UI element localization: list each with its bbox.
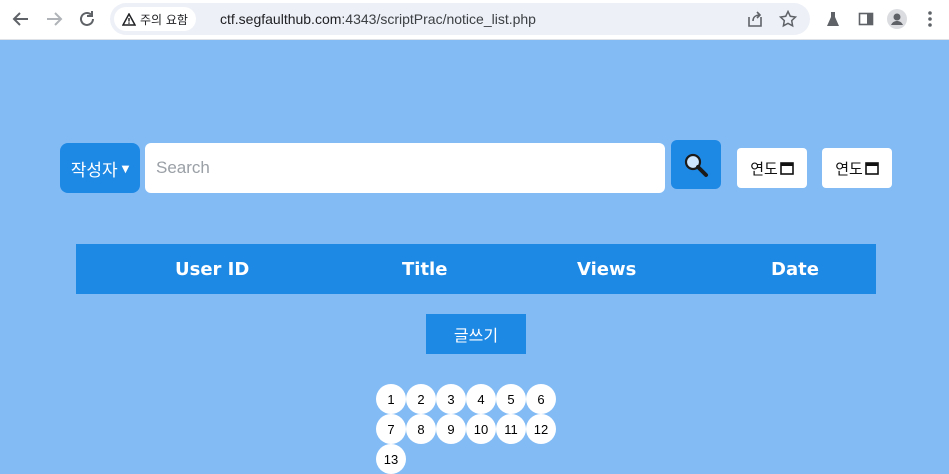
page-link[interactable]: 2 (406, 384, 436, 414)
page-link[interactable]: 10 (466, 414, 496, 444)
security-warning-chip[interactable]: 주의 요함 (114, 7, 196, 31)
menu-button[interactable] (920, 9, 940, 29)
url-path: :4343/scriptPrac/notice_list.php (341, 11, 536, 27)
star-icon (779, 10, 797, 28)
column-header-date[interactable]: Date (771, 259, 819, 280)
security-label: 주의 요함 (140, 12, 188, 27)
table-header: User ID Title Views Date (76, 244, 876, 294)
page-link[interactable]: 7 (376, 414, 406, 444)
avatar-icon (887, 9, 907, 29)
column-header-user-id[interactable]: User ID (175, 259, 249, 280)
side-panel-button[interactable] (856, 9, 876, 29)
forward-button[interactable] (41, 6, 67, 32)
magnifier-icon (684, 153, 708, 177)
date-to-input[interactable]: 연도 (822, 148, 892, 188)
labs-button[interactable] (823, 9, 843, 29)
url-text: ctf.segfaulthub.com:4343/scriptPrac/noti… (220, 11, 536, 27)
more-vert-icon (928, 11, 932, 27)
back-button[interactable] (8, 6, 34, 32)
calendar-icon (779, 162, 794, 175)
date-to-label: 연도 (835, 159, 863, 178)
page-link[interactable]: 4 (466, 384, 496, 414)
write-post-button[interactable]: 글쓰기 (426, 314, 526, 354)
search-button[interactable] (671, 140, 721, 189)
column-header-title[interactable]: Title (402, 259, 447, 280)
page-link[interactable]: 3 (436, 384, 466, 414)
search-field-value: 작성자 (70, 160, 118, 181)
share-icon (748, 11, 762, 27)
page-link[interactable]: 6 (526, 384, 556, 414)
page-link[interactable]: 13 (376, 444, 406, 474)
search-input[interactable] (145, 143, 665, 193)
url-host: ctf.segfaulthub.com (220, 11, 342, 27)
column-header-views[interactable]: Views (577, 259, 636, 280)
page-link[interactable]: 1 (376, 384, 406, 414)
reload-button[interactable] (74, 6, 100, 32)
share-button[interactable] (745, 9, 765, 29)
chevron-down-icon: ▼ (121, 163, 130, 175)
calendar-icon (864, 162, 879, 175)
warning-icon (122, 12, 136, 26)
flask-icon (827, 12, 839, 26)
bookmark-button[interactable] (778, 9, 798, 29)
browser-toolbar: 주의 요함 ctf.segfaulthub.com:4343/scriptPra… (0, 0, 949, 40)
back-arrow-icon (12, 12, 28, 26)
page-link[interactable]: 8 (406, 414, 436, 444)
search-field-select[interactable]: 작성자 ▼ (60, 143, 140, 193)
side-panel-icon (858, 12, 874, 26)
forward-arrow-icon (47, 12, 63, 26)
date-from-label: 연도 (750, 159, 778, 178)
profile-button[interactable] (887, 9, 907, 29)
page-link[interactable]: 11 (496, 414, 526, 444)
date-from-input[interactable]: 연도 (737, 148, 807, 188)
address-bar[interactable]: 주의 요함 ctf.segfaulthub.com:4343/scriptPra… (110, 3, 810, 35)
page-link[interactable]: 9 (436, 414, 466, 444)
page-link[interactable]: 5 (496, 384, 526, 414)
reload-icon (80, 11, 94, 26)
page-link[interactable]: 12 (526, 414, 556, 444)
